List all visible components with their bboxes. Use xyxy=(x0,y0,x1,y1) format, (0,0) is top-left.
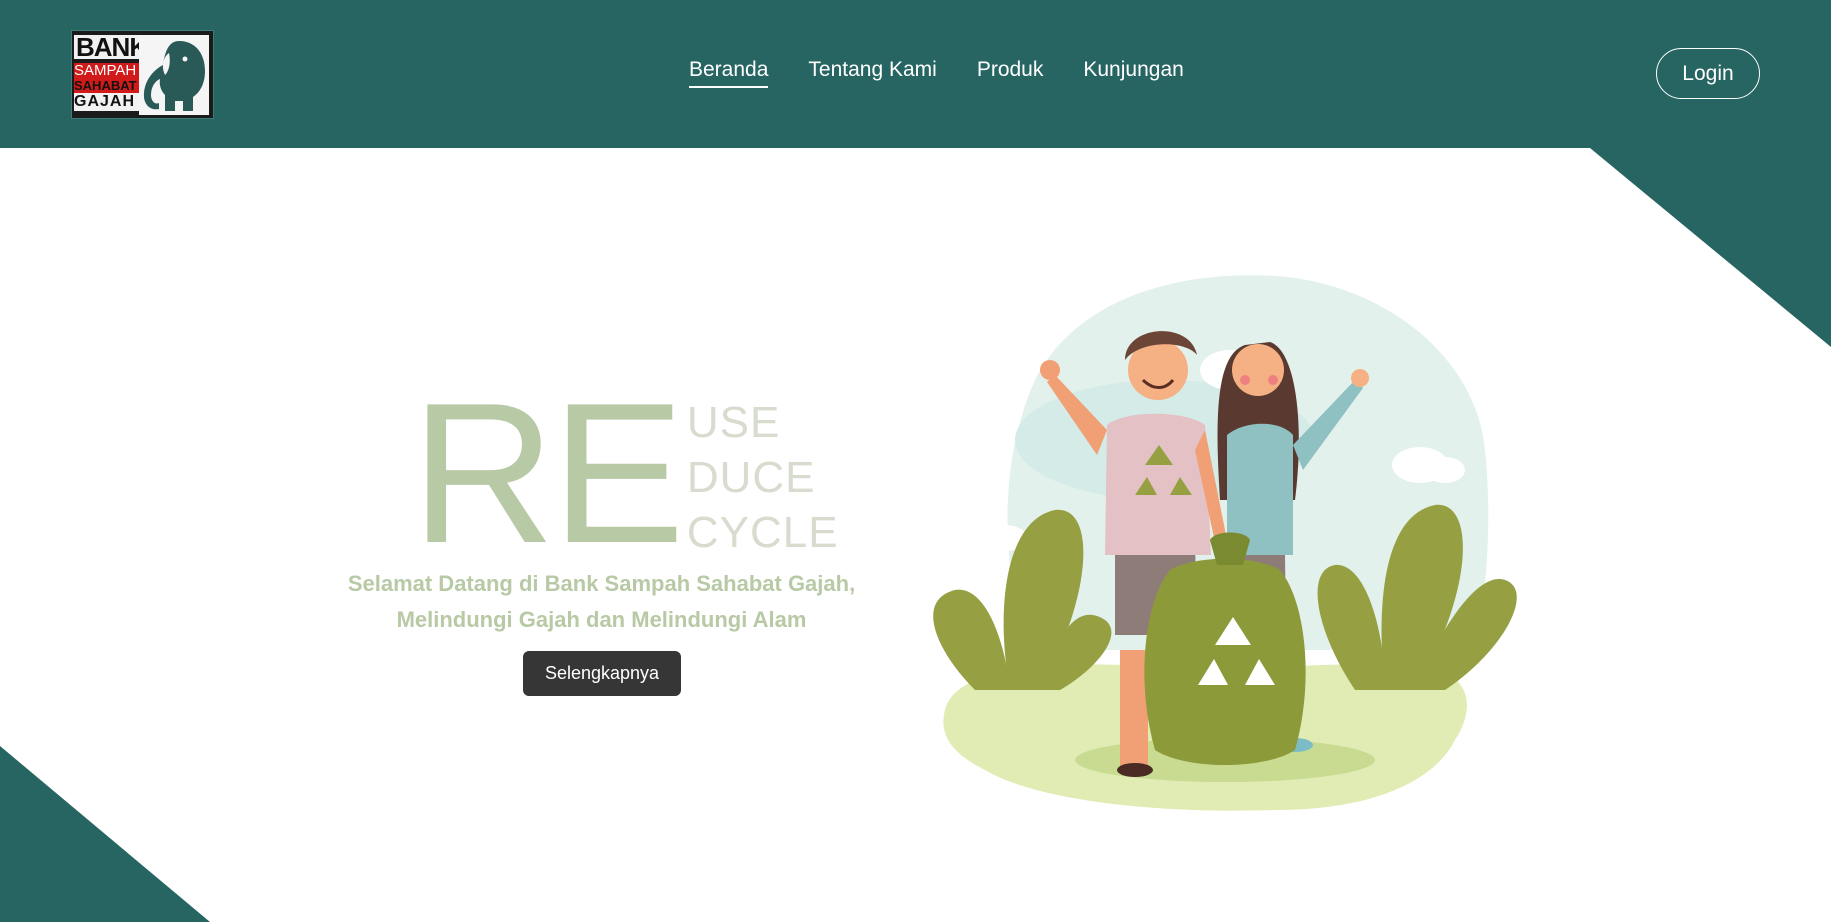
welcome-text: Selamat Datang di Bank Sampah Sahabat Ga… xyxy=(320,566,883,638)
top-right-corner-shape xyxy=(1590,148,1831,347)
nav-item-beranda[interactable]: Beranda xyxy=(689,58,769,88)
re-suffix-stack: USE DUCE CYCLE xyxy=(687,395,839,560)
re-suffix-cycle: CYCLE xyxy=(686,508,839,557)
re-prefix: RE xyxy=(411,362,685,585)
welcome-line-2: Melindungi Gajah dan Melindungi Alam xyxy=(396,607,807,632)
logo-line-sahabat: SAHABAT xyxy=(74,79,142,93)
logo-line-gajah: GAJAH xyxy=(74,93,142,111)
logo-line-bank: BANK xyxy=(74,32,150,62)
bottom-left-corner-shape xyxy=(0,746,210,922)
site-header: BANK SAMPAH SAHABAT GAJAH Beranda Tentan… xyxy=(0,0,1831,148)
nav-item-tentang-kami[interactable]: Tentang Kami xyxy=(808,58,936,88)
main-nav: Beranda Tentang Kami Produk Kunjungan xyxy=(689,58,1184,88)
re-suffix-duce: DUCE xyxy=(686,453,816,502)
welcome-line-1: Selamat Datang di Bank Sampah Sahabat Ga… xyxy=(347,571,856,596)
login-button[interactable]: Login xyxy=(1656,48,1760,99)
re-suffix-use: USE xyxy=(686,398,781,447)
learn-more-button[interactable]: Selengkapnya xyxy=(523,651,681,696)
reuse-reduce-recycle-title: RE USE DUCE CYCLE xyxy=(411,374,839,574)
logo-wordmark: BANK SAMPAH SAHABAT GAJAH xyxy=(74,34,150,111)
nav-item-kunjungan[interactable]: Kunjungan xyxy=(1083,58,1183,88)
recycling-people-illustration xyxy=(933,275,1517,811)
logo-line-sampah: SAMPAH xyxy=(74,63,142,79)
brand-logo[interactable]: BANK SAMPAH SAHABAT GAJAH xyxy=(71,30,214,119)
nav-item-produk[interactable]: Produk xyxy=(977,58,1044,88)
elephant-logo-icon xyxy=(139,35,209,115)
